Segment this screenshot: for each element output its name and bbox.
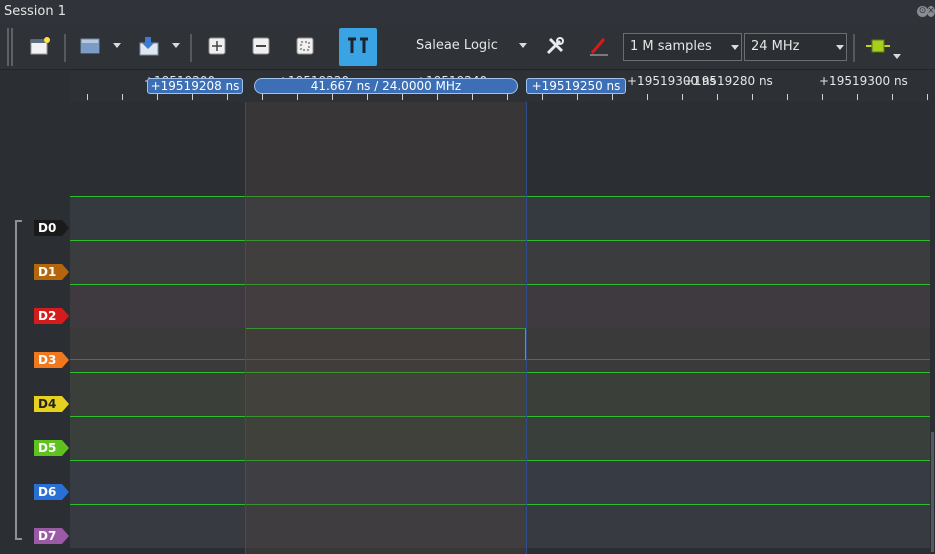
samples-select[interactable]: 1 M samples <box>623 33 742 61</box>
channel-label-d7[interactable]: D7 <box>34 528 69 544</box>
cursor-span-marker[interactable]: 41.667 ns / 24.0000 MHz <box>254 78 518 94</box>
ruler-tick <box>542 94 543 100</box>
zoom-fit-icon <box>296 37 314 55</box>
settings-button[interactable] <box>541 32 569 60</box>
toolbar-grip[interactable] <box>7 28 9 66</box>
channel-group-bracket <box>15 220 22 540</box>
save-dropdown-caret[interactable] <box>172 43 180 48</box>
window-title: Session 1 <box>4 4 67 19</box>
device-selector[interactable]: Saleae Logic <box>416 38 498 53</box>
ruler-tick <box>402 94 403 100</box>
scrollbar-thumb[interactable] <box>931 432 934 552</box>
ruler-tick <box>612 94 613 100</box>
ruler-tick <box>437 94 438 100</box>
ruler-tick <box>332 94 333 100</box>
left-cursor-marker[interactable]: +19519208 ns <box>147 78 243 94</box>
toolbar-separator <box>64 34 66 62</box>
ruler-tick <box>927 94 928 100</box>
ruler-tick <box>682 94 683 100</box>
new-session-button[interactable] <box>26 32 54 60</box>
ruler-tick <box>857 94 858 100</box>
ruler-label: +19519300 ns <box>819 74 908 88</box>
ruler-tick <box>647 94 648 100</box>
ruler-tick <box>787 94 788 100</box>
ruler-tick <box>87 94 88 100</box>
toolbar-separator <box>190 34 192 62</box>
zoom-out-button[interactable] <box>247 32 275 60</box>
analyzer-plugin-button[interactable] <box>864 32 892 60</box>
trigger-button[interactable] <box>585 32 613 60</box>
logic-analyzer-window: Session 1 ⊙ × Saleae Logic 1 M samples 2… <box>0 0 935 554</box>
ruler-tick <box>192 94 193 100</box>
ruler-tick <box>507 94 508 100</box>
ruler-tick <box>472 94 473 100</box>
cursor-mode-icon <box>348 37 368 53</box>
open-dropdown-caret[interactable] <box>113 43 121 48</box>
channel-label-d4[interactable]: D4 <box>34 396 69 412</box>
ruler-tick <box>577 94 578 100</box>
zoom-in-button[interactable] <box>203 32 231 60</box>
waveform-plot[interactable] <box>70 102 930 554</box>
device-dropdown-caret[interactable] <box>519 43 527 48</box>
toolbar-separator <box>853 34 855 62</box>
zoom-out-icon <box>252 37 270 55</box>
sample-rate-select[interactable]: 24 MHz <box>744 33 847 61</box>
analyzer-plugin-icon <box>866 39 890 53</box>
trigger-icon <box>590 38 608 56</box>
left-cursor-line[interactable] <box>245 102 246 554</box>
open-button[interactable] <box>77 32 105 60</box>
vertical-scrollbar[interactable] <box>930 70 935 554</box>
channel-label-d2[interactable]: D2 <box>34 308 69 324</box>
zoom-fit-button[interactable] <box>291 32 319 60</box>
cursor-mode-button[interactable] <box>339 28 377 66</box>
samples-value: 1 M samples <box>630 39 712 54</box>
ruler-tick <box>122 94 123 100</box>
channel-label-d5[interactable]: D5 <box>34 440 69 456</box>
ruler-tick <box>717 94 718 100</box>
sample-rate-value: 24 MHz <box>751 39 800 54</box>
ruler-label: +19519280 ns <box>684 74 773 88</box>
analyzer-dropdown-caret[interactable] <box>893 54 901 59</box>
ruler-tick <box>892 94 893 100</box>
ruler-tick <box>297 94 298 100</box>
right-cursor-marker[interactable]: +19519250 ns <box>526 78 626 94</box>
save-button[interactable] <box>136 32 164 60</box>
ruler-tick <box>227 94 228 100</box>
toolbar: Saleae Logic 1 M samples 24 MHz <box>0 24 935 70</box>
ruler-tick <box>822 94 823 100</box>
toolbar-grip-2[interactable] <box>11 28 13 66</box>
new-session-icon <box>30 37 50 55</box>
cursor-selection-region <box>245 102 526 554</box>
right-cursor-line[interactable] <box>526 102 527 554</box>
settings-icon <box>546 37 564 55</box>
timeline-ruler[interactable]: +19519200 +19519220 +19519240 +19519300 … <box>70 70 930 102</box>
ruler-tick <box>157 94 158 100</box>
title-bar: Session 1 ⊙ × <box>0 0 935 24</box>
channel-label-d6[interactable]: D6 <box>34 484 69 500</box>
zoom-in-icon <box>208 37 226 55</box>
channel-label-d1[interactable]: D1 <box>34 264 69 280</box>
channel-label-d3[interactable]: D3 <box>34 352 69 368</box>
chevron-down-icon <box>731 45 739 50</box>
save-icon <box>139 37 159 56</box>
close-icon[interactable]: × <box>927 6 935 17</box>
channel-label-d0[interactable]: D0 <box>34 220 69 236</box>
open-icon <box>80 38 100 54</box>
ruler-tick <box>367 94 368 100</box>
ruler-tick <box>262 94 263 100</box>
ruler-tick <box>752 94 753 100</box>
chevron-down-icon <box>836 45 844 50</box>
